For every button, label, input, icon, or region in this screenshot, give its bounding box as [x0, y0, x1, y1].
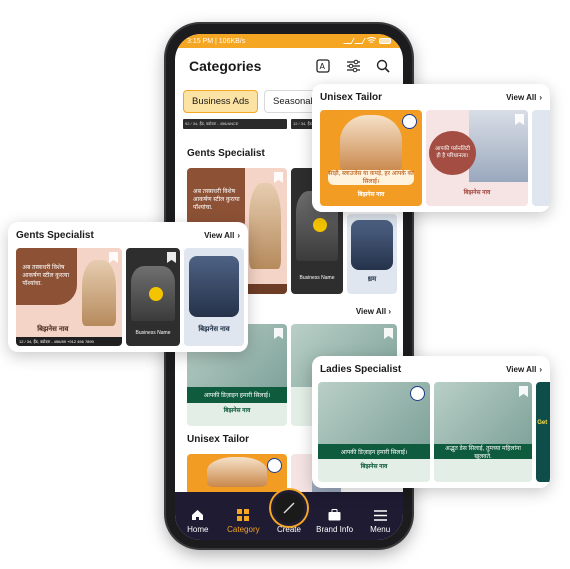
poster-card[interactable]: अद्भुत डेस सिलाई, तुमच्या महिलांना खुलवत… — [434, 382, 532, 482]
brand-logo-icon — [410, 386, 425, 401]
card-title-gents: Gents Specialist — [16, 230, 94, 241]
status-time: 3:15 PM | 106KB/s — [187, 37, 246, 45]
page-title: Categories — [189, 58, 262, 74]
translate-icon[interactable]: A — [315, 58, 331, 74]
needle-icon — [283, 502, 295, 514]
poster-brand: बिझनेस नाव — [357, 192, 385, 199]
poster-image — [351, 220, 393, 270]
chevron-right-icon: › — [388, 307, 391, 316]
poster-card[interactable]: ध्रम — [347, 214, 397, 294]
poster-card[interactable]: अब तस्त्राधरी विशेष आकर्षण स्टील कुरत्या… — [16, 248, 122, 346]
create-fab-button[interactable] — [271, 490, 307, 526]
poster-card-partial[interactable] — [532, 110, 550, 206]
poster-card[interactable]: Business Name — [126, 248, 180, 346]
poster-card[interactable]: साड़ी, ब्लाउजेस या कपड़े, हर आपके का सिल… — [320, 110, 422, 206]
poster-card-partial[interactable]: Get — [536, 382, 550, 482]
poster-image — [249, 183, 281, 269]
nav-home[interactable]: Home — [177, 508, 219, 534]
bookmark-icon[interactable] — [274, 172, 283, 183]
poster-image — [434, 382, 532, 444]
app-bar: Categories A — [175, 48, 403, 84]
search-icon[interactable] — [375, 58, 391, 74]
poster-band: आपकी डिज़ाइन हमारी सिलाई। — [187, 387, 287, 403]
view-all-label: View All — [355, 307, 387, 316]
poster-brand: बिझनेस नाव — [223, 407, 251, 414]
battery-icon — [379, 38, 391, 44]
poster-brand: ध्रम — [367, 276, 377, 284]
chip-business-ads[interactable]: Business Ads — [183, 90, 259, 113]
brand-logo-icon — [402, 114, 417, 129]
chevron-right-icon: › — [237, 231, 240, 240]
unisex-tailor-card: Unisex Tailor View All › साड़ी, ब्लाउजेस… — [312, 84, 550, 212]
signal-icon-2 — [354, 38, 366, 44]
poster-band: अद्भुत डेस सिलाई, तुमच्या महिलांना खुलवत… — [434, 444, 532, 460]
ladies-specialist-card: Ladies Specialist View All › आपकी डिज़ाइ… — [312, 356, 550, 488]
poster-text: अब तस्त्राधरी विशेष आकर्षण स्टील कुरत्या… — [193, 189, 240, 212]
status-bar: 3:15 PM | 106KB/s — [175, 34, 403, 48]
bottom-navigation: Home Category Create Brand Info Menu — [175, 490, 403, 540]
filter-icon[interactable] — [345, 58, 361, 74]
home-icon — [191, 508, 205, 522]
view-all-label: View All — [506, 365, 537, 374]
card-title-unisex: Unisex Tailor — [320, 92, 383, 103]
view-all-ladies[interactable]: View All › — [356, 307, 391, 316]
poster-image — [81, 259, 116, 327]
view-all-unisex[interactable]: View All › — [506, 93, 542, 102]
nav-menu[interactable]: Menu — [359, 508, 401, 534]
bookmark-icon[interactable] — [167, 252, 176, 263]
poster-brand: बिझनेस नाव — [360, 464, 388, 470]
poster-business-name: Business Name — [135, 330, 171, 337]
category-icon — [236, 508, 250, 522]
wifi-icon — [366, 36, 377, 46]
nav-label: Category — [227, 525, 260, 534]
chevron-right-icon: › — [539, 365, 542, 374]
app-bar-actions: A — [315, 58, 391, 74]
poster-strip: 92 / 34, हैंड, वडोदरा - 456/ANCE — [183, 119, 287, 129]
poster-text: Get — [537, 420, 548, 426]
poster-image — [207, 456, 267, 487]
signal-icon — [343, 38, 355, 44]
poster-image — [340, 114, 402, 173]
nav-label: Menu — [370, 525, 391, 534]
poster-band: साड़ी, ब्लाउजेस या कपड़े, हर आपके का सिल… — [328, 169, 414, 186]
view-all-label: View All — [204, 231, 235, 240]
poster-card[interactable]: आपकी पर्सनलिटी ही है परिधानला। बिझनेस ना… — [426, 110, 528, 206]
view-all-ladies-card[interactable]: View All › — [506, 365, 542, 374]
poster-brand: बिझनेस नाव — [463, 190, 491, 197]
status-icons — [343, 36, 391, 46]
gents-specialist-card: Gents Specialist View All › अब तस्त्राधर… — [8, 222, 248, 352]
card-title-ladies: Ladies Specialist — [320, 364, 402, 375]
nav-label: Brand Info — [316, 525, 354, 534]
poster-card[interactable]: बिझनेस नाव — [184, 248, 244, 346]
poster-brand: बिझनेस नाव — [37, 326, 69, 334]
poster-brand: बिझनेस नाव — [198, 326, 230, 334]
nav-label: Home — [187, 525, 209, 534]
poster-text: अब तस्त्राधरी विशेष आकर्षण स्टील कुरत्या… — [22, 264, 70, 287]
bookmark-icon[interactable] — [109, 252, 118, 263]
poster-contact: 12 / 34, हैंड, वडोदरा - 456/89 +912 456 … — [16, 337, 122, 346]
poster-circle-text: आपकी पर्सनलिटी ही है परिधानला। — [429, 131, 476, 176]
view-all-gents[interactable]: View All › — [204, 231, 240, 240]
poster-business-name: Business Name — [299, 275, 335, 282]
nav-category[interactable]: Category — [222, 508, 264, 534]
svg-text:A: A — [320, 62, 326, 71]
play-icon[interactable] — [148, 287, 163, 302]
section-title-gents: Gents Specialist — [187, 148, 265, 159]
view-all-label: View All — [506, 93, 537, 102]
menu-icon — [373, 508, 387, 522]
poster-card[interactable]: आपकी डिज़ाइन हमारी सिलाई। बिझनेस नाव — [318, 382, 430, 482]
chevron-right-icon: › — [539, 93, 542, 102]
briefcase-icon — [328, 508, 342, 522]
nav-brand-info[interactable]: Brand Info — [314, 508, 356, 534]
section-title-unisex: Unisex Tailor — [187, 434, 250, 445]
poster-band: आपकी डिज़ाइन हमारी सिलाई। — [318, 444, 430, 459]
poster-image — [188, 255, 240, 317]
brand-logo-icon — [267, 458, 282, 473]
